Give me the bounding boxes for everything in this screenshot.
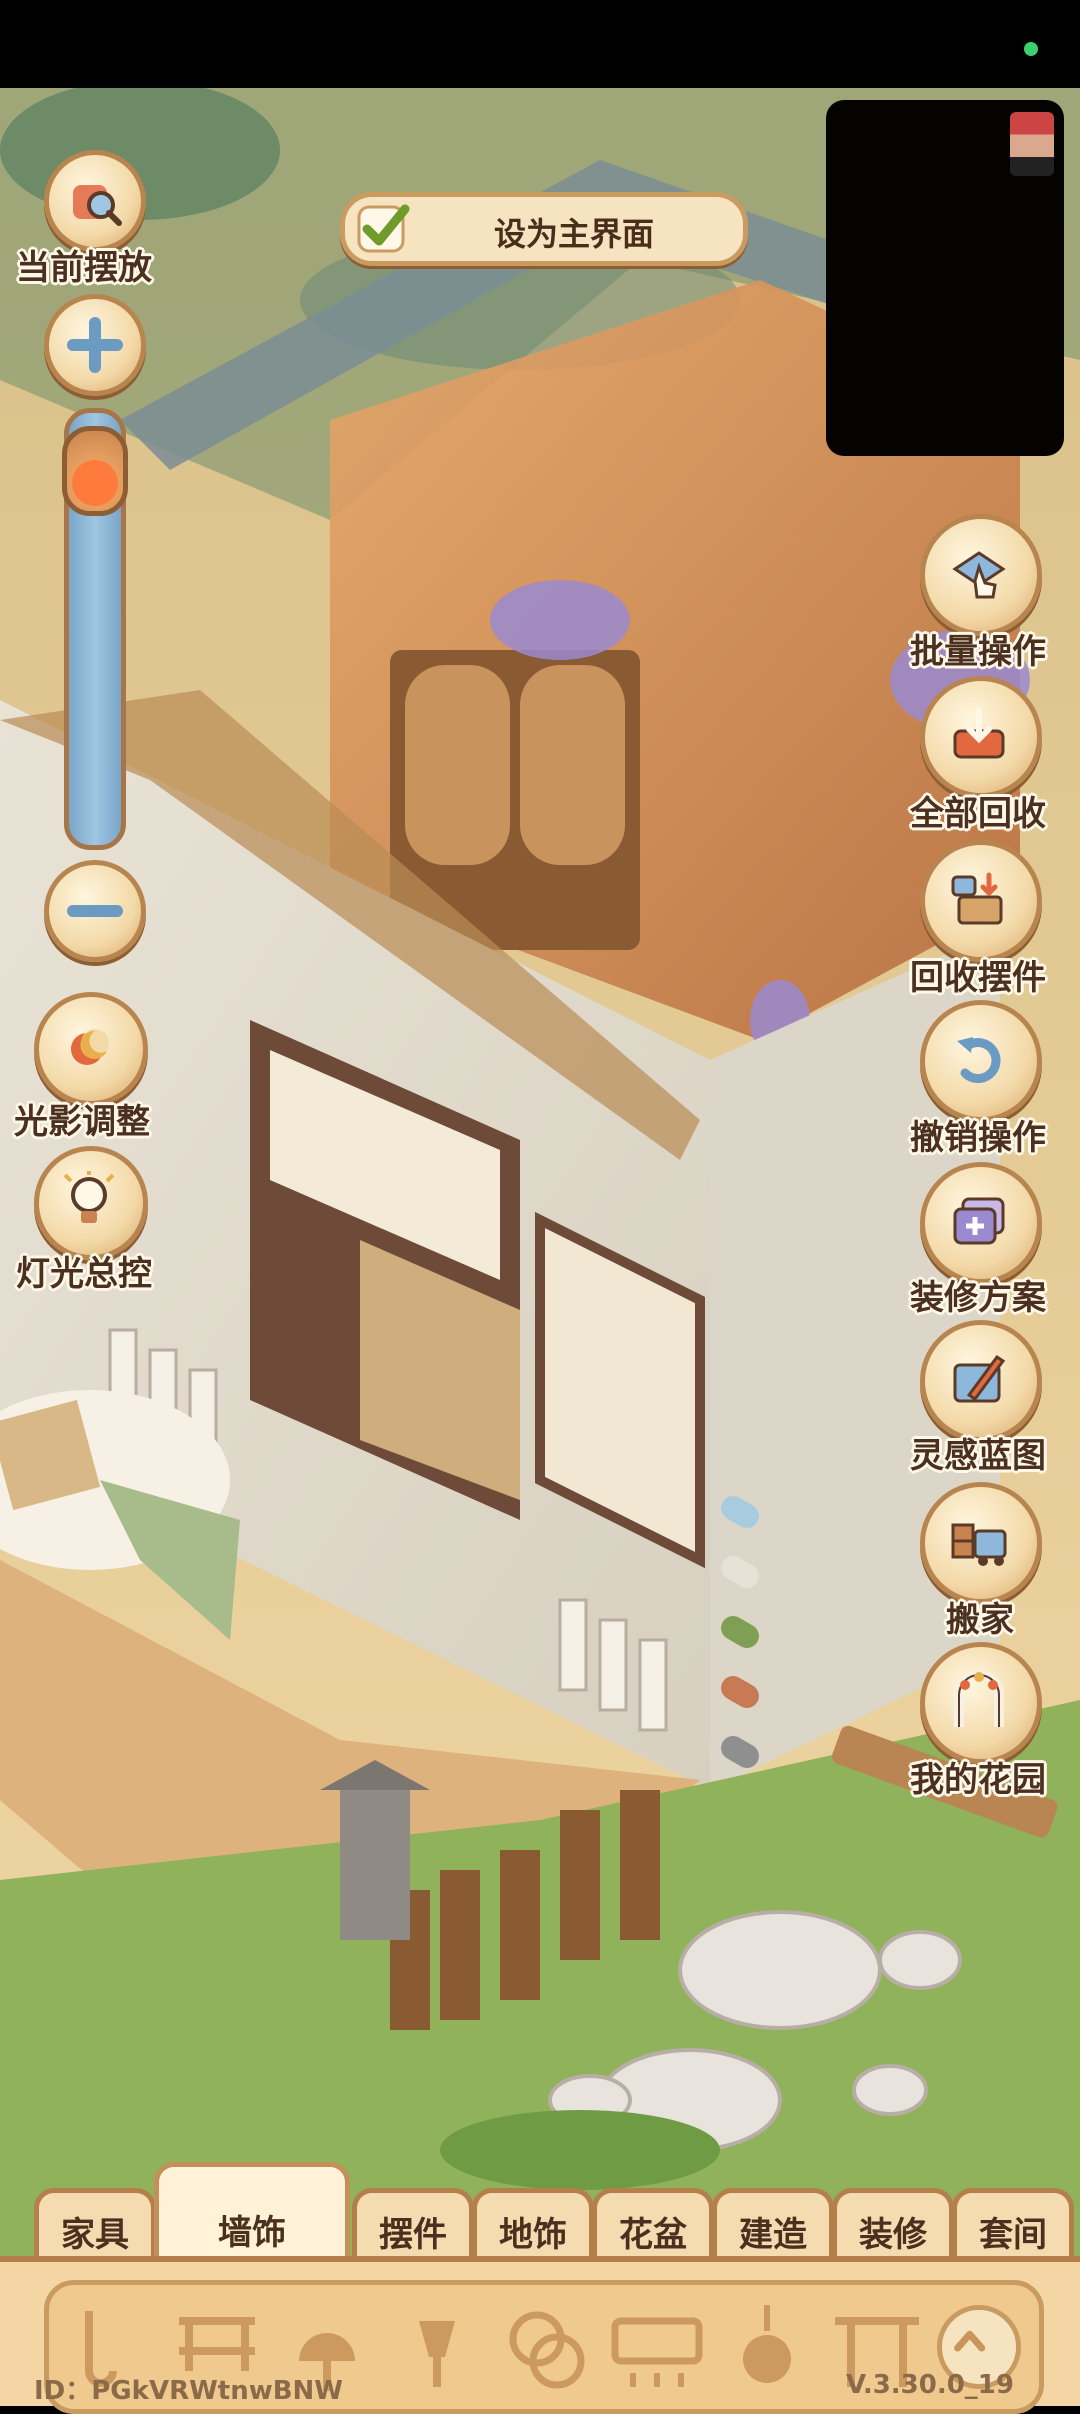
- batch-hand-icon: [952, 551, 1006, 599]
- status-bar: [0, 0, 1080, 88]
- plus-icon: [67, 317, 123, 373]
- recycle-all-button[interactable]: [920, 676, 1042, 798]
- air-conditioner-icon[interactable]: [609, 2301, 705, 2397]
- search-inventory-icon: [73, 185, 122, 226]
- item-panel: ID：PGkVRWtnwBNW V.3.30.0_19: [0, 2256, 1080, 2414]
- chevron-up-icon: [954, 2330, 986, 2352]
- set-as-main-label: 设为主界面: [493, 215, 654, 253]
- minus-icon: [67, 905, 123, 917]
- hanging-ornament-icon[interactable]: [719, 2301, 815, 2397]
- moving-truck-icon: [951, 1523, 1007, 1566]
- set-as-main-toggle[interactable]: 设为主界面: [340, 192, 748, 266]
- current-placement-button[interactable]: [44, 150, 146, 252]
- sconce-icon[interactable]: [389, 2301, 485, 2397]
- zoom-in-button[interactable]: [44, 294, 146, 396]
- day-night-icon: [71, 1029, 109, 1065]
- recycle-ornaments-label: 回收摆件: [910, 958, 1046, 998]
- garden-arch-icon: [954, 1671, 1004, 1727]
- light-master-button[interactable]: [34, 1146, 148, 1260]
- lighting-adjust-label: 光影调整: [14, 1102, 150, 1142]
- recycle-tray-icon: [953, 708, 1005, 759]
- move-house-button[interactable]: [920, 1482, 1042, 1604]
- recycle-ornaments-button[interactable]: [920, 840, 1042, 962]
- round-mirror-icon[interactable]: [499, 2301, 595, 2397]
- batch-operation-button[interactable]: [920, 514, 1042, 636]
- lighting-adjust-button[interactable]: [34, 992, 148, 1106]
- current-placement-label: 当前摆放: [16, 248, 152, 288]
- player-id: ID：PGkVRWtnwBNW: [34, 2376, 343, 2406]
- move-house-label: 搬家: [946, 1600, 1014, 1640]
- light-master-label: 灯光总控: [16, 1254, 152, 1294]
- tab-wall-decor[interactable]: 墙饰: [154, 2162, 350, 2267]
- decor-plan-label: 装修方案: [910, 1278, 1046, 1318]
- video-overlay[interactable]: [826, 100, 1064, 456]
- recycle-all-label: 全部回收: [910, 794, 1046, 834]
- version-label: V.3.30.0_19: [846, 2370, 1014, 2400]
- zoom-slider-handle[interactable]: [62, 425, 128, 516]
- lightbulb-icon: [63, 1171, 115, 1223]
- decor-plan-icon: [953, 1197, 1005, 1245]
- my-garden-button[interactable]: [920, 1642, 1042, 1764]
- undo-arrow-icon: [957, 1037, 1001, 1084]
- camera-indicator-dot: [1024, 42, 1038, 56]
- undo-button[interactable]: [920, 1000, 1042, 1122]
- batch-operation-label: 批量操作: [910, 632, 1046, 672]
- avatar: [1010, 112, 1054, 176]
- inspiration-blueprint-button[interactable]: [920, 1320, 1042, 1442]
- inspiration-blueprint-label: 灵感蓝图: [910, 1436, 1046, 1476]
- undo-label: 撤销操作: [910, 1118, 1046, 1158]
- recycle-box-icon: [951, 872, 1003, 925]
- zoom-out-button[interactable]: [44, 860, 146, 962]
- blueprint-pencil-icon: [953, 1354, 1006, 1403]
- my-garden-label: 我的花园: [910, 1760, 1046, 1800]
- decor-plan-button[interactable]: [920, 1162, 1042, 1284]
- category-tabs: 家具 墙饰 摆件 地饰 花盆 建造 装修 套间: [0, 2160, 1080, 2267]
